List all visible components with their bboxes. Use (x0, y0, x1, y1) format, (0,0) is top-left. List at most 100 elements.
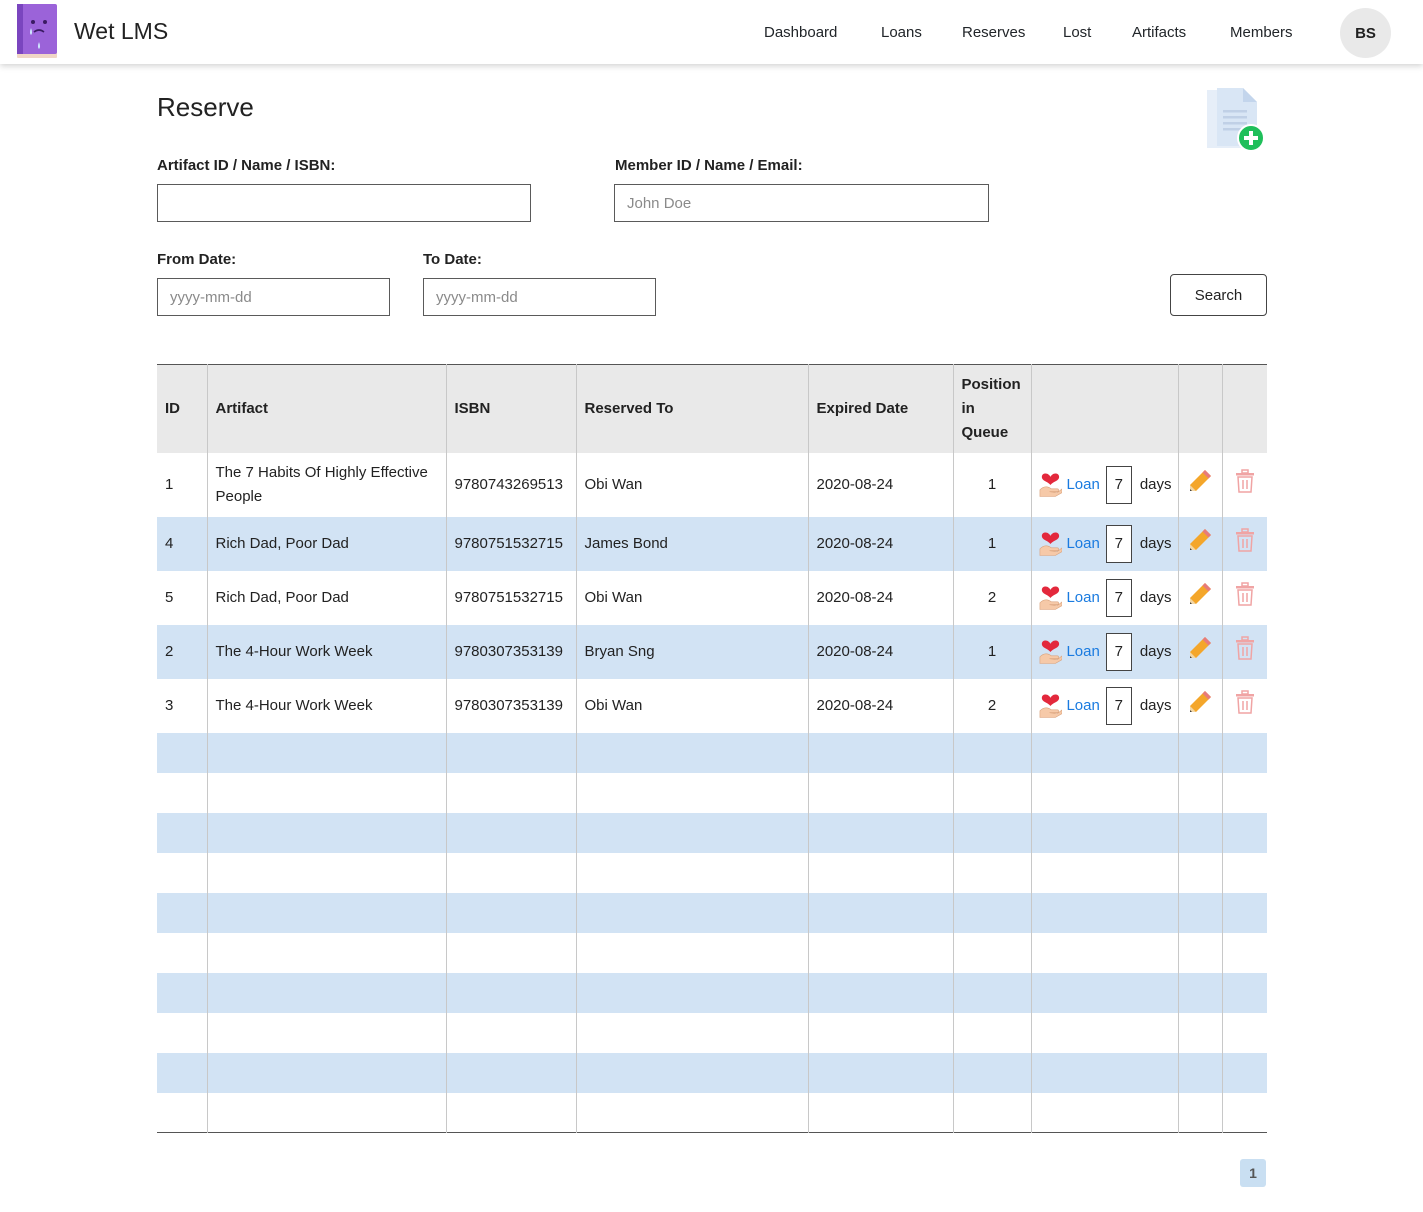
to-date-label: To Date: (423, 251, 482, 268)
table-row: 4 Rich Dad, Poor Dad 9780751532715 James… (157, 516, 1267, 571)
loan-controls: Loan 7 days (1038, 524, 1172, 563)
page-title: Reserve (157, 92, 254, 122)
cell-reserved-to: Obi Wan (575, 452, 808, 517)
heart-hand-icon[interactable] (1038, 472, 1063, 498)
nav-artifacts[interactable]: Artifacts (1132, 24, 1186, 41)
nav-lost[interactable]: Lost (1063, 24, 1091, 41)
pagination-page-1[interactable]: 1 (1240, 1159, 1266, 1187)
header-reserved-to[interactable]: Reserved To (575, 364, 808, 453)
member-search-label: Member ID / Name / Email: (615, 157, 803, 174)
header-artifact[interactable]: Artifact (206, 364, 446, 453)
reserves-table: ID Artifact ISBN Reserved To Expired Dat… (157, 364, 1267, 1133)
empty-row (157, 852, 1267, 893)
member-search-input[interactable] (614, 184, 989, 222)
header-edit (1177, 364, 1222, 453)
pencil-icon[interactable] (1187, 581, 1213, 607)
search-button[interactable]: Search (1170, 274, 1267, 316)
cell-delete (1221, 570, 1267, 625)
nav-members[interactable]: Members (1230, 24, 1293, 41)
pencil-icon[interactable] (1187, 527, 1213, 553)
cell-edit (1177, 452, 1222, 517)
days-label: days (1139, 534, 1172, 552)
heart-hand-icon[interactable] (1038, 531, 1063, 557)
cell-delete (1221, 516, 1267, 571)
cell-reserved-to: Obi Wan (575, 570, 808, 625)
cell-isbn: 9780307353139 (445, 624, 576, 679)
trash-icon[interactable] (1234, 527, 1256, 552)
cell-delete (1221, 452, 1267, 517)
cell-edit (1177, 516, 1222, 571)
cell-artifact: Rich Dad, Poor Dad (206, 516, 446, 571)
loan-days-input[interactable]: 7 (1105, 524, 1132, 563)
artifact-search-input[interactable] (157, 184, 531, 222)
crying-book-icon[interactable] (15, 2, 59, 60)
cell-position: 1 (952, 452, 1031, 517)
pencil-icon[interactable] (1187, 468, 1213, 494)
days-label: days (1139, 475, 1172, 493)
cell-position: 2 (952, 570, 1031, 625)
loan-link[interactable]: Loan (1066, 586, 1099, 610)
loan-days-input[interactable]: 7 (1105, 465, 1132, 504)
table-row: 5 Rich Dad, Poor Dad 9780751532715 Obi W… (157, 570, 1267, 625)
to-date-input[interactable] (423, 278, 656, 316)
artifact-search-label: Artifact ID / Name / ISBN: (157, 157, 336, 174)
heart-hand-icon[interactable] (1038, 693, 1063, 719)
empty-row (157, 932, 1267, 973)
trash-icon[interactable] (1234, 689, 1256, 714)
cell-artifact: Rich Dad, Poor Dad (206, 570, 446, 625)
cell-loan: Loan 7 days (1030, 452, 1178, 517)
header-loan-actions (1030, 364, 1178, 453)
cell-loan: Loan 7 days (1030, 516, 1178, 571)
loan-link[interactable]: Loan (1066, 473, 1099, 497)
loan-link[interactable]: Loan (1066, 640, 1099, 664)
cell-expired-date: 2020-08-24 (807, 452, 953, 517)
heart-hand-icon[interactable] (1038, 639, 1063, 665)
cell-id: 3 (165, 696, 174, 714)
empty-row (157, 772, 1267, 813)
cell-reserved-to: James Bond (575, 516, 808, 571)
nav-loans[interactable]: Loans (881, 24, 922, 41)
loan-days-input[interactable]: 7 (1105, 686, 1132, 725)
loan-link[interactable]: Loan (1066, 694, 1099, 718)
brand-name[interactable]: Wet LMS (74, 18, 168, 45)
table-row: 2 The 4-Hour Work Week 9780307353139 Bry… (157, 624, 1267, 679)
cell-expired-date: 2020-08-24 (807, 678, 953, 733)
trash-icon[interactable] (1234, 581, 1256, 606)
from-date-input[interactable] (157, 278, 390, 316)
loan-days-input[interactable]: 7 (1105, 578, 1132, 617)
user-avatar[interactable]: BS (1340, 8, 1391, 58)
empty-row (157, 1092, 1267, 1133)
cell-artifact: The 4-Hour Work Week (206, 678, 446, 733)
nav-dashboard[interactable]: Dashboard (764, 24, 837, 41)
cell-loan: Loan 7 days (1030, 624, 1178, 679)
empty-row (157, 1012, 1267, 1053)
loan-link[interactable]: Loan (1066, 532, 1099, 556)
loan-days-input[interactable]: 7 (1105, 632, 1132, 671)
header-expired-date[interactable]: Expired Date (807, 364, 953, 453)
cell-reserved-to: Bryan Sng (575, 624, 808, 679)
pencil-icon[interactable] (1187, 635, 1213, 661)
add-document-icon[interactable] (1203, 86, 1267, 154)
heart-hand-icon[interactable] (1038, 585, 1063, 611)
cell-loan: Loan 7 days (1030, 570, 1178, 625)
header-isbn[interactable]: ISBN (445, 364, 576, 453)
trash-icon[interactable] (1234, 468, 1256, 493)
header-id[interactable]: ID (157, 365, 207, 453)
header-position[interactable]: Position in Queue (952, 364, 1031, 453)
cell-expired-date: 2020-08-24 (807, 570, 953, 625)
cell-edit (1177, 678, 1222, 733)
cell-id: 2 (165, 642, 174, 660)
cell-edit (1177, 570, 1222, 625)
loan-controls: Loan 7 days (1038, 578, 1172, 617)
pencil-icon[interactable] (1187, 689, 1213, 715)
table-row: 1 The 7 Habits Of Highly Effective Peopl… (157, 452, 1267, 517)
table-row: 3 The 4-Hour Work Week 9780307353139 Obi… (157, 678, 1267, 733)
cell-isbn: 9780307353139 (445, 678, 576, 733)
empty-row (157, 972, 1267, 1013)
trash-icon[interactable] (1234, 635, 1256, 660)
days-label: days (1139, 696, 1172, 714)
cell-id: 4 (165, 534, 174, 552)
cell-artifact: The 4-Hour Work Week (206, 624, 446, 679)
cell-expired-date: 2020-08-24 (807, 624, 953, 679)
nav-reserves[interactable]: Reserves (962, 24, 1025, 41)
